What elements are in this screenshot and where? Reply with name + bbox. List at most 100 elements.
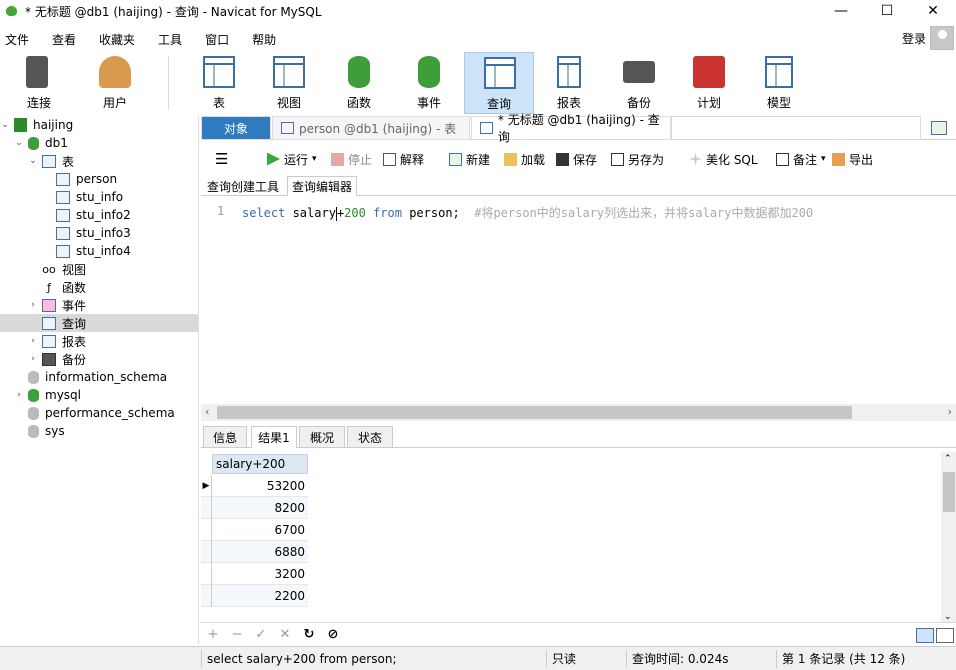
scroll-right-icon[interactable]: › (948, 405, 952, 418)
menu-icon[interactable]: ☰ (215, 149, 228, 169)
login-link[interactable]: 登录 (902, 30, 926, 47)
connect-button[interactable]: 连接 (4, 52, 74, 114)
tree-table-item[interactable]: stu_info2 (56, 206, 131, 224)
chevron-right-icon[interactable]: › (14, 390, 24, 400)
tree-queries[interactable]: 查询 (0, 314, 198, 332)
tree-tables[interactable]: ⌄ 表 (28, 152, 74, 170)
export-button[interactable]: 导出 (832, 149, 873, 169)
grid-vertical-scrollbar[interactable]: ⌃ ⌄ (941, 452, 956, 622)
chevron-down-icon[interactable]: ⌄ (0, 120, 10, 130)
stop-query-icon[interactable]: ⊘ (321, 627, 345, 642)
tab-query-builder[interactable]: 查询创建工具 (203, 176, 283, 196)
beautify-sql-button[interactable]: 美化 SQL (689, 149, 758, 169)
tab-untitled-query[interactable]: * 无标题 @db1 (haijing) - 查询 (471, 113, 671, 144)
scroll-left-icon[interactable]: ‹ (205, 405, 209, 418)
menu-favorites[interactable]: 收藏夹 (94, 31, 147, 48)
editor-horizontal-scrollbar[interactable]: ‹ › (201, 404, 956, 421)
save-button[interactable]: 保存 (556, 149, 597, 169)
menu-tools[interactable]: 工具 (153, 31, 194, 48)
new-tab-icon[interactable] (931, 121, 947, 135)
cell-value[interactable]: 2200 (212, 585, 308, 607)
chevron-right-icon[interactable]: › (28, 354, 38, 364)
report-button[interactable]: 报表 (534, 52, 604, 114)
query-button[interactable]: 查询 (464, 52, 534, 114)
menu-file[interactable]: 文件 (0, 31, 41, 48)
cell-value[interactable]: 3200 (212, 563, 308, 585)
add-record-icon[interactable]: + (201, 627, 225, 642)
tree-connection[interactable]: ⌄ haijing (0, 116, 73, 134)
chevron-right-icon[interactable]: › (28, 300, 38, 310)
stop-button[interactable]: 停止 (331, 149, 372, 169)
scrollbar-thumb[interactable] (217, 406, 852, 419)
chevron-right-icon[interactable]: › (28, 336, 38, 346)
explain-button[interactable]: 解释 (383, 149, 424, 169)
discard-changes-icon[interactable]: ✕ (273, 627, 297, 642)
tab-status[interactable]: 状态 (347, 426, 393, 448)
sql-editor[interactable]: 1 select salary+200 from person; #将perso… (201, 197, 956, 403)
tree-table-item[interactable]: stu_info4 (56, 242, 131, 260)
table-row[interactable]: 3200 (201, 563, 308, 585)
tree-functions[interactable]: ƒ 函数 (42, 278, 86, 296)
function-button[interactable]: 函数 (324, 52, 394, 114)
model-button[interactable]: 模型 (744, 52, 814, 114)
cell-value[interactable]: 6700 (212, 519, 308, 541)
chevron-down-icon[interactable]: ⌄ (14, 138, 24, 148)
delete-record-icon[interactable]: − (225, 627, 249, 642)
tree-table-item[interactable]: stu_info3 (56, 224, 131, 242)
table-button[interactable]: 表 (184, 52, 254, 114)
scroll-down-icon[interactable]: ⌄ (944, 612, 952, 622)
cell-value[interactable]: 53200 (212, 475, 308, 497)
tab-person-table[interactable]: person @db1 (haijing) - 表 (272, 116, 470, 140)
scroll-up-icon[interactable]: ⌃ (944, 454, 952, 464)
backup-button[interactable]: 备份 (604, 52, 674, 114)
event-button[interactable]: 事件 (394, 52, 464, 114)
maximize-button[interactable]: ☐ (864, 0, 910, 22)
cell-value[interactable]: 8200 (212, 497, 308, 519)
minimize-button[interactable]: — (818, 0, 864, 22)
schedule-button[interactable]: 计划 (674, 52, 744, 114)
menu-view[interactable]: 查看 (47, 31, 88, 48)
tab-result1[interactable]: 结果1 (251, 426, 297, 448)
table-row[interactable]: 8200 (201, 497, 308, 519)
table-row[interactable]: 6880 (201, 541, 308, 563)
menu-window[interactable]: 窗口 (200, 31, 241, 48)
run-button[interactable]: 运行 ▾ (267, 149, 317, 169)
save-as-button[interactable]: 另存为 (611, 149, 664, 169)
tree-db-item[interactable]: performance_schema (28, 404, 175, 422)
new-button[interactable]: 新建 (449, 149, 490, 169)
menu-help[interactable]: 帮助 (247, 31, 288, 48)
load-button[interactable]: 加载 (504, 149, 545, 169)
form-view-icon[interactable] (936, 628, 954, 643)
avatar[interactable] (930, 26, 954, 50)
view-button[interactable]: 视图 (254, 52, 324, 114)
table-row[interactable]: 6700 (201, 519, 308, 541)
tree-db-item[interactable]: information_schema (28, 368, 167, 386)
grid-view-icon[interactable] (916, 628, 934, 643)
tree-label: 备份 (62, 352, 87, 367)
user-button[interactable]: 用户 (80, 52, 150, 114)
tree-backups[interactable]: › 备份 (28, 350, 86, 368)
chevron-down-icon[interactable]: ⌄ (28, 156, 38, 166)
tab-profile[interactable]: 概况 (299, 426, 345, 448)
tab-objects[interactable]: 对象 (201, 116, 271, 140)
comment-button[interactable]: 备注 ▾ (776, 149, 826, 169)
tab-query-editor[interactable]: 查询编辑器 (287, 176, 358, 196)
sql-code[interactable]: select salary+200 from person; #将person中… (242, 204, 813, 221)
table-row[interactable]: 2200 (201, 585, 308, 607)
column-header[interactable]: salary+200 (212, 454, 308, 474)
tree-events[interactable]: › 事件 (28, 296, 86, 314)
tree-views[interactable]: oo 视图 (42, 260, 86, 278)
tree-db-item[interactable]: › mysql (14, 386, 81, 404)
scrollbar-thumb[interactable] (943, 472, 955, 512)
tab-info[interactable]: 信息 (203, 426, 247, 448)
tree-table-item[interactable]: person (56, 170, 117, 188)
tree-db-item[interactable]: sys (28, 422, 65, 440)
tree-table-item[interactable]: stu_info (56, 188, 123, 206)
table-row[interactable]: ▶ 53200 (201, 475, 308, 497)
cell-value[interactable]: 6880 (212, 541, 308, 563)
tree-reports[interactable]: › 报表 (28, 332, 86, 350)
close-button[interactable]: ✕ (910, 0, 956, 22)
tree-db[interactable]: ⌄ db1 (14, 134, 68, 152)
refresh-icon[interactable]: ↻ (297, 627, 321, 642)
apply-changes-icon[interactable]: ✓ (249, 627, 273, 642)
